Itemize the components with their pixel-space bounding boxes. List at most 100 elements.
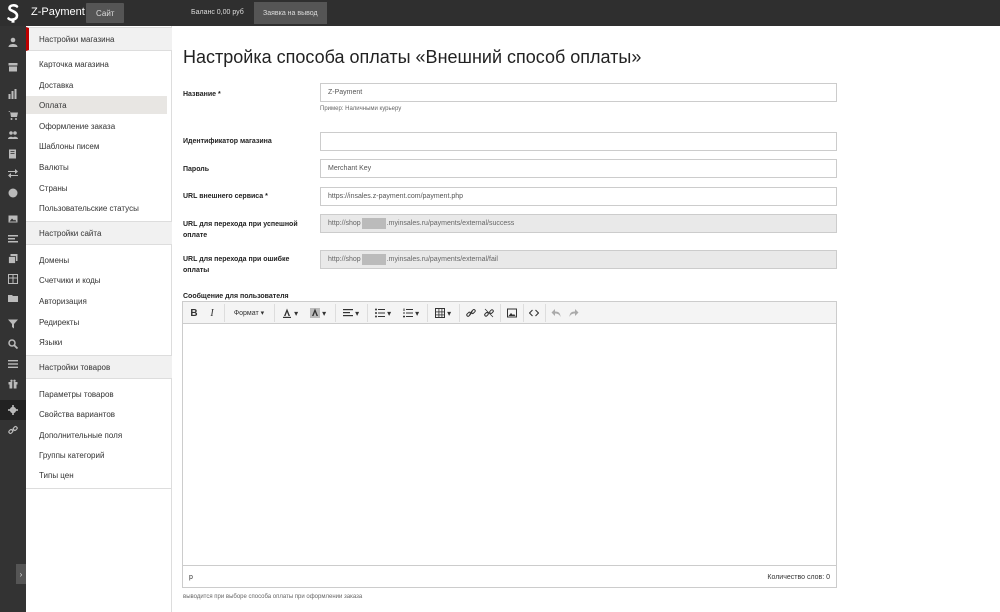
redacted-block xyxy=(361,254,386,265)
sidebar-item-variant-props[interactable]: Свойства вариантов xyxy=(26,405,172,423)
page-title: Настройка способа оплаты «Внешний способ… xyxy=(183,47,642,67)
toolbar-divider xyxy=(274,304,275,322)
toolbar-divider xyxy=(523,304,524,322)
logo-icon[interactable] xyxy=(0,0,26,26)
text-color-button[interactable]: ▾ xyxy=(278,305,302,321)
highlight-color-button[interactable]: ▾ xyxy=(306,305,330,321)
service-url-field[interactable]: https://insales.z-payment.com/payment.ph… xyxy=(320,187,837,206)
source-code-button[interactable] xyxy=(527,305,541,321)
section-site-settings[interactable]: Настройки сайта xyxy=(26,221,172,245)
user-icon[interactable] xyxy=(0,32,26,52)
editor-toolbar: B I Формат ▾ ▾ ▾ ▾ ▾ ▾ ▾ xyxy=(183,302,836,324)
sidebar-item-extra-fields[interactable]: Дополнительные поля xyxy=(26,426,172,444)
fail-url-suffix: .myinsales.ru/payments/external/fail xyxy=(386,256,498,263)
numbered-list-button[interactable]: ▾ xyxy=(399,305,423,321)
sidebar-item-price-types[interactable]: Типы цен xyxy=(26,466,172,484)
table-button[interactable]: ▾ xyxy=(431,305,455,321)
main-content: Настройка способа оплаты «Внешний способ… xyxy=(172,26,1000,612)
users-icon[interactable] xyxy=(0,125,26,145)
word-count: Количество слов: 0 xyxy=(767,574,830,581)
list-icon[interactable] xyxy=(0,229,26,249)
section-store-settings[interactable]: Настройки магазина xyxy=(26,27,172,51)
cart-icon[interactable] xyxy=(0,105,26,125)
numbered-list-icon xyxy=(402,308,413,318)
sidebar-item-store-card[interactable]: Карточка магазина xyxy=(26,55,172,73)
table-icon[interactable] xyxy=(0,269,26,289)
toolbar-divider xyxy=(335,304,336,322)
insert-image-button[interactable] xyxy=(505,305,519,321)
menu-icon[interactable] xyxy=(0,354,26,374)
top-bar: Z-Payment Сайт Баланс 0,00 руб Заявка на… xyxy=(0,0,1000,26)
editor-statusbar: p Количество слов: 0 xyxy=(183,565,836,587)
success-url-suffix: .myinsales.ru/payments/external/success xyxy=(386,220,515,227)
sidebar-item-checkout[interactable]: Оформление заказа xyxy=(26,117,172,135)
sidebar-item-category-groups[interactable]: Группы категорий xyxy=(26,446,172,464)
pages-icon[interactable] xyxy=(0,249,26,269)
search-icon[interactable] xyxy=(0,334,26,354)
sidebar-item-redirects[interactable]: Редиректы xyxy=(26,313,172,331)
toolbar-divider xyxy=(427,304,428,322)
success-url-label: URL для перехода при успешной оплате xyxy=(183,221,298,239)
highlight-icon xyxy=(309,308,320,318)
sidebar-item-currencies[interactable]: Валюты xyxy=(26,158,172,176)
sidebar-item-countries[interactable]: Страны xyxy=(26,179,172,197)
sidebar-item-email-templates[interactable]: Шаблоны писем xyxy=(26,137,172,155)
withdraw-button[interactable]: Заявка на вывод xyxy=(254,2,327,24)
bullet-list-icon xyxy=(374,308,385,318)
site-button[interactable]: Сайт xyxy=(86,3,125,23)
undo-button[interactable] xyxy=(549,305,563,321)
redacted-block xyxy=(361,218,386,229)
redo-button[interactable] xyxy=(567,305,581,321)
folder-icon[interactable] xyxy=(0,288,26,308)
icon-rail: › xyxy=(0,26,26,612)
sidebar-item-payment[interactable]: Оплата xyxy=(26,96,167,114)
editor-content-area[interactable] xyxy=(183,324,836,565)
insert-link-button[interactable] xyxy=(464,305,478,321)
name-label: Название * xyxy=(183,91,221,98)
chart-icon[interactable] xyxy=(0,84,26,104)
unlink-icon xyxy=(484,308,494,318)
gear-icon[interactable] xyxy=(0,400,26,420)
link-icon[interactable] xyxy=(0,420,26,440)
success-url-prefix: http://shop xyxy=(328,220,361,227)
success-url-field: http://shop .myinsales.ru/payments/extern… xyxy=(320,214,837,233)
sidebar-item-custom-statuses[interactable]: Пользовательские статусы xyxy=(26,199,172,217)
sidebar-item-languages[interactable]: Языки xyxy=(26,333,172,351)
redo-icon xyxy=(569,309,579,317)
password-label: Пароль xyxy=(183,166,210,173)
element-path[interactable]: p xyxy=(189,574,193,581)
format-dropdown[interactable]: Формат ▾ xyxy=(228,305,270,321)
section-goods-settings[interactable]: Настройки товаров xyxy=(26,355,172,379)
unlink-button[interactable] xyxy=(482,305,496,321)
sidebar-item-domains[interactable]: Домены xyxy=(26,251,172,269)
toolbar-divider xyxy=(459,304,460,322)
image-icon[interactable] xyxy=(0,209,26,229)
shop-name: Z-Payment xyxy=(31,6,85,18)
toolbar-divider xyxy=(545,304,546,322)
table-icon xyxy=(434,308,445,318)
sidebar-item-counters[interactable]: Счетчики и коды xyxy=(26,271,172,289)
sidebar-item-delivery[interactable]: Доставка xyxy=(26,76,172,94)
align-left-icon xyxy=(342,309,353,317)
documents-icon[interactable] xyxy=(0,144,26,164)
toolbar-divider xyxy=(367,304,368,322)
undo-icon xyxy=(551,309,561,317)
code-icon xyxy=(529,309,539,317)
fail-url-label: URL для перехода при ошибке оплаты xyxy=(183,256,290,274)
sidebar-item-product-params[interactable]: Параметры товаров xyxy=(26,385,172,403)
bold-button[interactable]: B xyxy=(187,305,201,321)
align-button[interactable]: ▾ xyxy=(339,305,363,321)
password-field[interactable]: Merchant Key xyxy=(320,159,837,178)
format-label: Формат xyxy=(233,309,259,317)
italic-button[interactable]: I xyxy=(205,305,219,321)
sidebar-item-authorization[interactable]: Авторизация xyxy=(26,292,172,310)
name-field[interactable]: Z-Payment xyxy=(320,83,837,102)
storefront-icon[interactable] xyxy=(0,57,26,77)
gift-icon[interactable] xyxy=(0,374,26,394)
shop-id-field[interactable] xyxy=(320,132,837,151)
rail-toggle-button[interactable]: › xyxy=(16,564,26,584)
bullet-list-button[interactable]: ▾ xyxy=(371,305,395,321)
palette-icon[interactable] xyxy=(0,183,26,203)
transfer-icon[interactable] xyxy=(0,163,26,183)
filter-icon[interactable] xyxy=(0,314,26,334)
